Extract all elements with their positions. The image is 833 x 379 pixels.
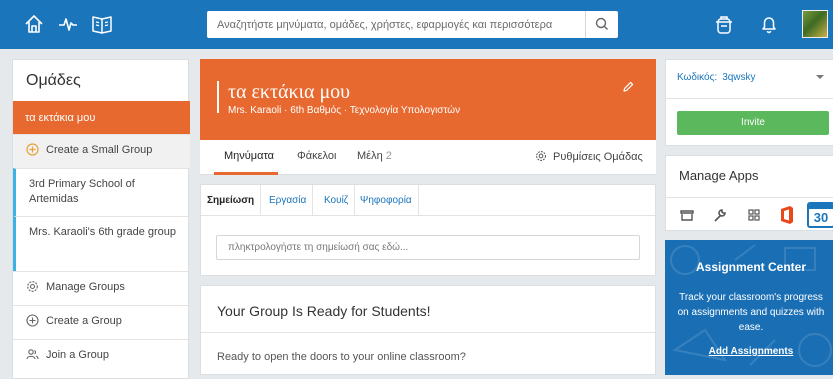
office-icon[interactable] — [776, 204, 798, 226]
ready-text: Ready to open the doors to your online c… — [217, 351, 466, 363]
note-input[interactable] — [216, 235, 640, 260]
composer-tab-assignment[interactable]: Εργασία — [263, 185, 314, 215]
invite-button[interactable]: Invite — [677, 111, 829, 135]
activity-icon[interactable] — [56, 12, 80, 36]
wrench-icon[interactable] — [709, 204, 731, 226]
gear-icon — [536, 151, 546, 161]
tab-members[interactable]: Μέλη 2 — [357, 150, 392, 162]
assignment-center-promo: Assignment Center Track your classroom's… — [665, 240, 833, 375]
create-small-group-button[interactable]: Create a Small Group — [13, 134, 190, 168]
manage-groups-button[interactable]: Manage Groups — [13, 271, 190, 305]
group-name: 3rd Primary School of Artemidas — [29, 178, 135, 205]
group-code-panel: Κωδικός: 3qwsky Invite — [665, 59, 833, 146]
banner-accent-bar — [217, 81, 219, 113]
card-divider — [201, 332, 655, 333]
create-small-group-label: Create a Small Group — [46, 144, 153, 156]
add-circle-icon — [26, 314, 39, 327]
group-code-label: Κωδικός: — [677, 72, 718, 83]
create-group-button[interactable]: Create a Group — [13, 305, 190, 339]
gear-icon — [27, 281, 38, 292]
search-button[interactable] — [585, 11, 618, 38]
tab-members-label: Μέλη — [357, 150, 383, 162]
group-settings-button[interactable]: Ρυθμίσεις Ομάδας — [535, 150, 643, 163]
group-code-selector[interactable]: Κωδικός: 3qwsky — [677, 72, 756, 83]
assignment-center-title: Assignment Center — [695, 260, 807, 274]
composer-divider — [201, 215, 655, 216]
add-circle-icon — [26, 143, 39, 156]
composer-tab-note[interactable]: Σημείωση — [201, 185, 262, 215]
ready-heading: Your Group Is Ready for Students! — [217, 303, 431, 319]
active-tab-indicator — [214, 172, 278, 175]
notifications-icon[interactable] — [757, 12, 781, 36]
assignment-center-description: Track your classroom's progress on assig… — [677, 292, 825, 333]
panel-divider — [666, 197, 833, 198]
calendar-icon[interactable]: 30 — [807, 202, 833, 228]
manage-apps-panel: Manage Apps 30 — [665, 155, 833, 231]
group-subtitle: Mrs. Karaoli · 6th Βαθμός · Τεχνολογία Υ… — [228, 105, 461, 116]
add-assignments-link[interactable]: Add Assignments — [665, 346, 833, 357]
sidebar-item-active-group[interactable]: τα εκτάκια μου — [13, 101, 190, 134]
group-name: Mrs. Karaoli's 6th grade group — [29, 226, 177, 238]
people-icon — [26, 349, 39, 360]
home-icon[interactable] — [22, 12, 46, 36]
group-code-value: 3qwsky — [722, 72, 756, 83]
manage-apps-title: Manage Apps — [679, 168, 759, 183]
group-title: τα εκτάκια μου — [228, 81, 351, 103]
join-group-label: Join a Group — [46, 349, 109, 361]
store-icon[interactable] — [676, 204, 698, 226]
group-header-banner: τα εκτάκια μου Mrs. Karaoli · 6th Βαθμός… — [200, 59, 656, 140]
composer-tab-poll[interactable]: Ψηφοφορία — [354, 185, 419, 215]
create-group-label: Create a Group — [46, 315, 122, 327]
backpack-icon[interactable] — [712, 12, 736, 36]
top-navigation-bar — [0, 0, 833, 49]
groups-sidebar: Ομάδες τα εκτάκια μου Create a Small Gro… — [12, 59, 190, 379]
search-input[interactable] — [207, 11, 585, 38]
sidebar-item-group[interactable]: Mrs. Karaoli's 6th grade group — [13, 216, 190, 271]
search-bar — [207, 11, 618, 38]
search-icon — [595, 17, 608, 30]
calendar-day: 30 — [813, 210, 829, 225]
panel-divider — [666, 98, 833, 99]
group-ready-card: Your Group Is Ready for Students! Ready … — [200, 285, 656, 375]
group-tabs: Μηνύματα Φάκελοι Μέλη 2 Ρυθμίσεις Ομάδας — [200, 140, 656, 175]
avatar[interactable] — [802, 10, 828, 38]
group-settings-label: Ρυθμίσεις Ομάδας — [553, 151, 643, 163]
edit-pencil-icon[interactable] — [621, 80, 635, 94]
tab-folders[interactable]: Φάκελοι — [297, 150, 336, 162]
join-group-button[interactable]: Join a Group — [13, 339, 190, 379]
sidebar-item-group[interactable]: 3rd Primary School of Artemidas — [13, 168, 190, 216]
grid-icon[interactable] — [743, 204, 765, 226]
library-icon[interactable] — [90, 12, 114, 36]
members-count: 2 — [385, 150, 392, 162]
manage-groups-label: Manage Groups — [46, 281, 125, 293]
sidebar-title: Ομάδες — [26, 72, 81, 89]
tab-messages[interactable]: Μηνύματα — [224, 150, 274, 162]
post-composer: Σημείωση Εργασία Κουίζ Ψηφοφορία — [200, 184, 656, 276]
composer-tab-quiz[interactable]: Κουίζ — [318, 185, 356, 215]
chevron-down-icon[interactable] — [816, 75, 824, 79]
